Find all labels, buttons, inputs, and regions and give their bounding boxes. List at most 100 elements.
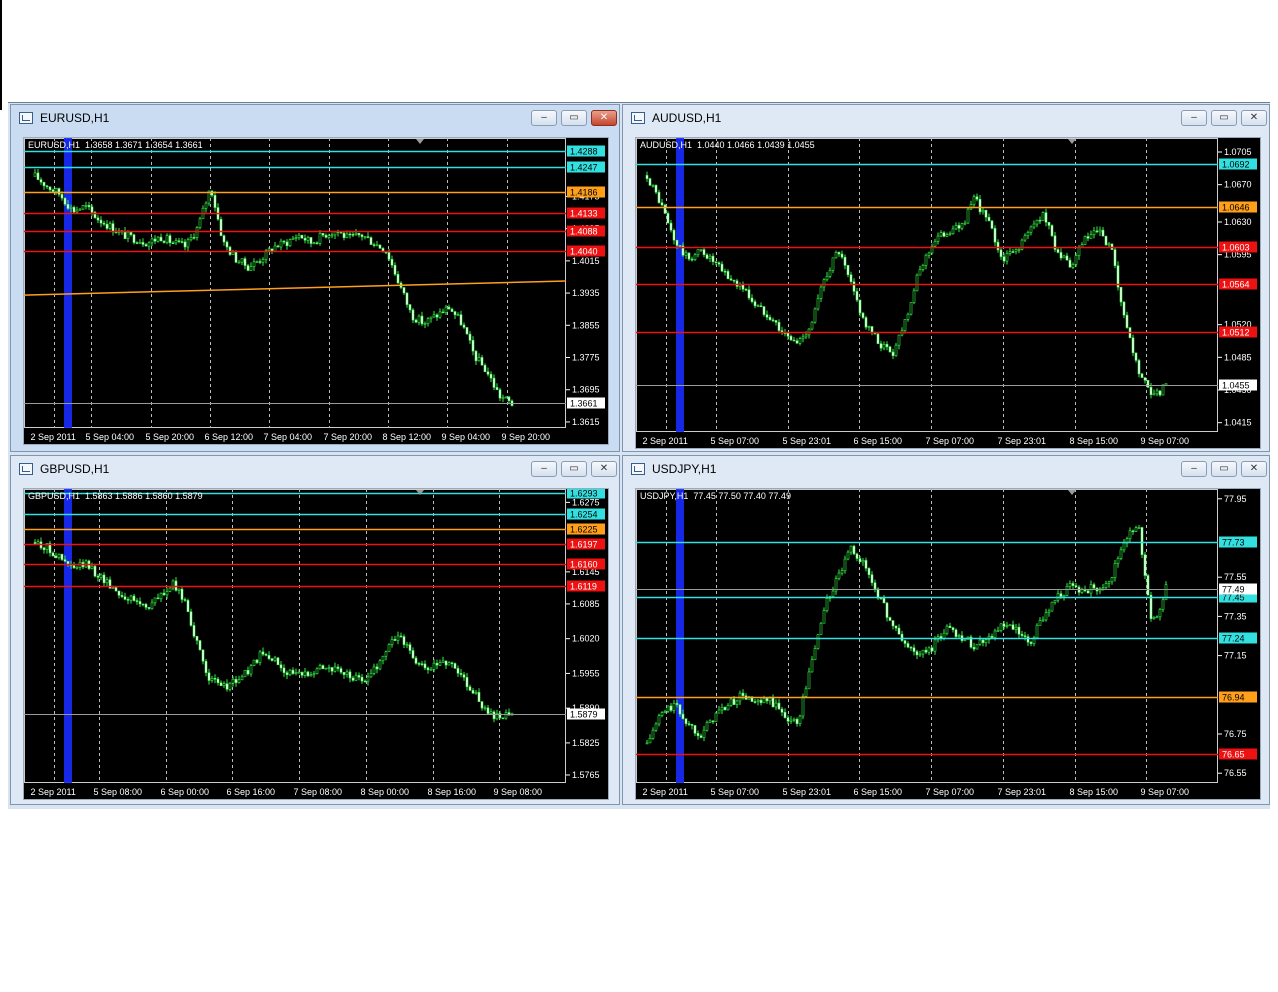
candle-body bbox=[1029, 641, 1033, 644]
candle-body bbox=[963, 222, 967, 225]
price-axis-label: 1.5765 bbox=[572, 770, 600, 780]
candle-body bbox=[396, 274, 400, 284]
candle-body bbox=[708, 720, 712, 723]
candle-body bbox=[423, 323, 427, 325]
candle-body bbox=[939, 232, 943, 237]
candle-body bbox=[645, 175, 649, 179]
candle-body bbox=[714, 712, 718, 723]
candle-body bbox=[684, 718, 688, 724]
minimize-button[interactable]: – bbox=[1181, 461, 1207, 477]
window-titlebar[interactable]: AUDUSD,H1 – ▭ ✕ bbox=[623, 105, 1269, 131]
candle-body bbox=[282, 240, 286, 243]
candle-body bbox=[195, 635, 199, 641]
candle-body bbox=[465, 677, 469, 688]
candle-body bbox=[108, 223, 112, 229]
candle-body bbox=[666, 705, 670, 712]
candle-body bbox=[687, 252, 691, 260]
candle-body bbox=[396, 635, 400, 641]
candle-body bbox=[489, 373, 493, 379]
candle-body bbox=[1011, 251, 1015, 253]
close-button[interactable]: ✕ bbox=[1241, 110, 1267, 126]
candle-body bbox=[492, 711, 496, 720]
candle-body bbox=[360, 234, 364, 237]
candle-body bbox=[195, 227, 199, 238]
minimize-button[interactable]: – bbox=[531, 110, 557, 126]
window-titlebar[interactable]: EURUSD,H1 – ▭ ✕ bbox=[11, 105, 619, 131]
candle-body bbox=[987, 216, 991, 222]
candle-body bbox=[132, 595, 136, 601]
candle-body bbox=[366, 236, 370, 238]
chart-window-eurusd[interactable]: EURUSD,H1 – ▭ ✕ 2 Sep 2011 5 Sep 04:00 5 S… bbox=[10, 104, 620, 452]
candle-body bbox=[1050, 225, 1054, 237]
window-titlebar[interactable]: GBPUSD,H1 – ▭ ✕ bbox=[11, 456, 619, 482]
candle-body bbox=[729, 698, 733, 706]
candle-body bbox=[1047, 222, 1051, 226]
candle-body bbox=[138, 242, 142, 244]
candle-body bbox=[813, 308, 817, 323]
price-chart[interactable]: 2 Sep 2011 5 Sep 07:00 5 Sep 23:01 6 Sep 15… bbox=[635, 488, 1261, 800]
ohlc-label: GBPUSD,H1 1.5863 1.5886 1.5860 1.5879 bbox=[28, 491, 203, 501]
candle-body bbox=[36, 541, 40, 544]
candle-body bbox=[795, 718, 799, 724]
candle-body bbox=[1089, 584, 1093, 594]
minimize-button[interactable]: – bbox=[1181, 110, 1207, 126]
candle-body bbox=[222, 235, 226, 243]
candle-body bbox=[666, 213, 670, 224]
candle-body bbox=[1101, 229, 1105, 237]
chart-window-gbpusd[interactable]: GBPUSD,H1 – ▭ ✕ 2 Sep 2011 5 Sep 08:00 6 S… bbox=[10, 455, 620, 805]
maximize-button[interactable]: ▭ bbox=[1211, 461, 1237, 477]
candle-body bbox=[471, 340, 475, 352]
candle-body bbox=[318, 665, 322, 670]
candle-body bbox=[459, 314, 463, 326]
time-axis-label: 5 Sep 20:00 bbox=[146, 432, 195, 442]
candle-body bbox=[303, 237, 307, 241]
level-price-tag-text: 1.4186 bbox=[570, 188, 598, 198]
price-axis-label: 1.6020 bbox=[572, 634, 600, 644]
price-chart[interactable]: 2 Sep 2011 5 Sep 04:00 5 Sep 20:00 6 Sep 12… bbox=[23, 137, 609, 445]
close-button[interactable]: ✕ bbox=[591, 461, 617, 477]
maximize-button[interactable]: ▭ bbox=[561, 461, 587, 477]
candle-body bbox=[90, 565, 94, 569]
candle-body bbox=[663, 711, 667, 713]
candle-body bbox=[867, 326, 871, 328]
candle-body bbox=[1068, 259, 1072, 268]
candle-body bbox=[192, 237, 196, 239]
candle-body bbox=[429, 669, 433, 671]
candle-body bbox=[333, 666, 337, 672]
chart-window-usdjpy[interactable]: USDJPY,H1 – ▭ ✕ 2 Sep 2011 5 Sep 07:00 5 S… bbox=[622, 455, 1270, 805]
chart-window-audusd[interactable]: AUDUSD,H1 – ▭ ✕ 2 Sep 2011 5 Sep 07:00 5 S… bbox=[622, 104, 1270, 452]
price-axis-label: 1.6275 bbox=[572, 497, 600, 507]
candle-body bbox=[372, 244, 376, 246]
candle-body bbox=[126, 231, 130, 239]
candle-body bbox=[75, 566, 79, 569]
window-titlebar[interactable]: USDJPY,H1 – ▭ ✕ bbox=[623, 456, 1269, 482]
time-axis-label: 6 Sep 15:00 bbox=[854, 787, 903, 797]
candle-body bbox=[717, 709, 721, 714]
candle-body bbox=[681, 713, 685, 720]
level-price-tag-text: 1.6197 bbox=[570, 540, 598, 550]
close-button[interactable]: ✕ bbox=[1241, 461, 1267, 477]
candle-body bbox=[1161, 384, 1165, 396]
candle-body bbox=[651, 729, 655, 739]
time-axis-label: 8 Sep 15:00 bbox=[1070, 436, 1119, 446]
minimize-button[interactable]: – bbox=[531, 461, 557, 477]
candle-body bbox=[975, 643, 979, 650]
candle-body bbox=[1095, 230, 1099, 233]
price-chart[interactable]: 2 Sep 2011 5 Sep 08:00 6 Sep 00:00 6 Sep 16… bbox=[23, 488, 609, 800]
maximize-button[interactable]: ▭ bbox=[561, 110, 587, 126]
candle-body bbox=[777, 322, 781, 331]
candle-body bbox=[468, 333, 472, 341]
candle-body bbox=[660, 712, 664, 716]
price-chart[interactable]: 2 Sep 2011 5 Sep 07:00 5 Sep 23:01 6 Sep 15… bbox=[635, 137, 1261, 449]
candle-body bbox=[60, 194, 64, 199]
close-button[interactable]: ✕ bbox=[591, 110, 617, 126]
candle-body bbox=[654, 184, 658, 193]
candle-body bbox=[123, 231, 127, 239]
candle-body bbox=[159, 592, 163, 600]
maximize-button[interactable]: ▭ bbox=[1211, 110, 1237, 126]
candle-body bbox=[309, 674, 313, 677]
level-price-tag-text: 1.4247 bbox=[570, 163, 598, 173]
time-axis-label: 8 Sep 12:00 bbox=[383, 432, 432, 442]
time-axis-label: 6 Sep 00:00 bbox=[161, 787, 210, 797]
candle-body bbox=[858, 299, 862, 314]
